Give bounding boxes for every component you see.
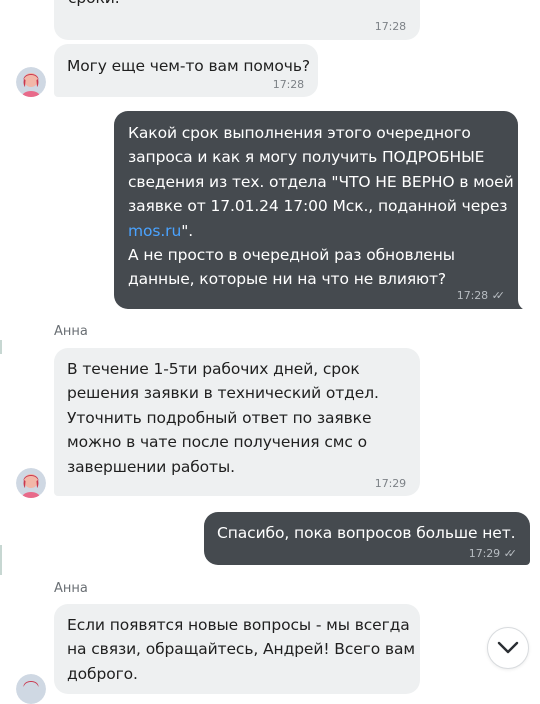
message-text: ".: [181, 221, 194, 240]
message-text-line: Если появятся новые вопросы - мы всегда: [67, 616, 410, 634]
message-text: Могу еще чем-то вам помочь?: [67, 57, 310, 75]
chevron-down-icon: [497, 641, 519, 654]
message-time: 17:28: [272, 78, 304, 91]
message-text-line: Уточнить подробный ответ по заявке: [67, 408, 372, 427]
double-check-icon: ✓✓: [503, 547, 518, 560]
double-check-icon: ✓✓: [491, 289, 506, 302]
message-text-line: на связи, обращайтесь, Андрей! Всего вам: [67, 640, 415, 659]
message-text-line: данные, которые ни на что не влияют?: [128, 270, 447, 289]
message-text-line: А не просто в очередной раз обновлены: [128, 246, 455, 265]
message-text: сроки.: [68, 0, 120, 10]
scroll-down-button[interactable]: [487, 627, 529, 669]
message-bubble-incoming: сроки. 17:28: [54, 0, 420, 40]
message-text-line: Какой срок выполнения этого очередного: [128, 124, 471, 142]
message-text-line: решения заявки в технический отдел.: [67, 384, 379, 403]
agent-avatar-icon: [16, 67, 46, 97]
message-link[interactable]: mos.ru: [128, 222, 181, 240]
agent-avatar-icon: [16, 468, 46, 498]
message-text-line: В течение 1-5ти рабочих дней, срок: [67, 360, 360, 378]
message-bubble-incoming: Могу еще чем-то вам помочь? 17:28: [54, 44, 318, 97]
bubble-tail: [514, 299, 523, 309]
message-text-line: запроса и как я могу получить ПОДРОБНЫЕ: [128, 148, 485, 167]
message-bubble-outgoing: Спасибо, пока вопросов больше нет. 17:29…: [204, 512, 530, 565]
message-text-line: доброго.: [67, 664, 138, 683]
message-text-line: сведения из тех. отдела "ЧТО НЕ ВЕРНО в …: [128, 172, 514, 191]
message-text-line: завершении работы.: [67, 457, 235, 476]
sender-name: Анна: [54, 324, 88, 339]
window-edge-marker: [0, 340, 2, 354]
message-text-line: можно в чате после получения смс о: [67, 433, 368, 452]
message-time: 17:29: [468, 547, 500, 560]
message-bubble-incoming: В течение 1-5ти рабочих дней, срок решен…: [54, 348, 420, 496]
sender-name: Анна: [54, 581, 88, 596]
message-text: Спасибо, пока вопросов больше нет.: [217, 524, 516, 542]
message-time: 17:28: [456, 289, 488, 302]
message-bubble-outgoing: Какой срок выполнения этого очередного з…: [114, 111, 518, 309]
message-text-line: заявке от 17.01.24 17:00 Мск., поданной …: [128, 197, 508, 216]
message-time: 17:29: [374, 477, 406, 490]
message-time: 17:28: [374, 20, 406, 33]
window-edge-marker: [0, 545, 2, 575]
agent-avatar-icon: [16, 674, 46, 704]
